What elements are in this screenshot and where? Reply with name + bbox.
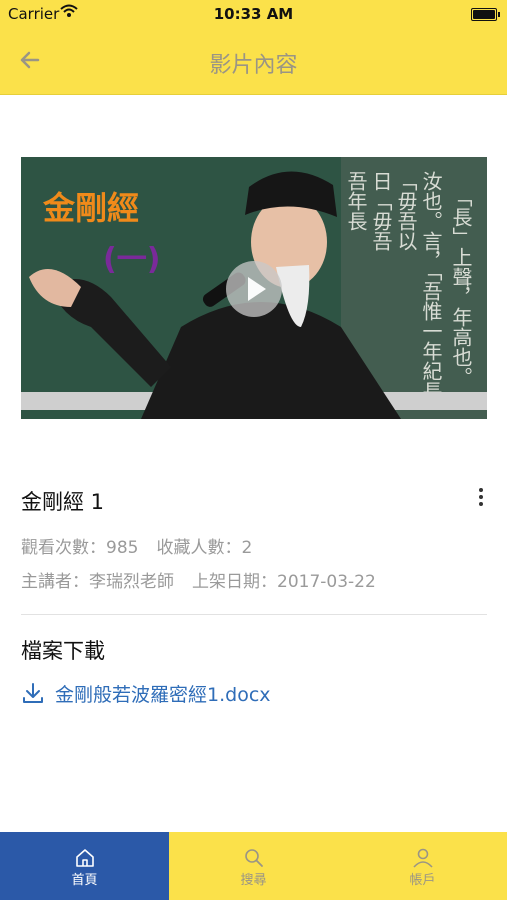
- tab-search[interactable]: 搜尋: [169, 832, 338, 900]
- blackboard-line: 「長」上聲，年高也。: [449, 187, 473, 387]
- nav-bar: 影片內容: [0, 28, 507, 95]
- view-count: 觀看次數：985: [21, 538, 139, 558]
- home-icon: [75, 849, 94, 867]
- video-player[interactable]: 「長」上聲，年高也。 汝也。言，「吾惟一年紀長 「毋吾以 日「毋吾 吾年長 金剛…: [21, 157, 487, 419]
- blackboard-line: 日「毋吾: [369, 171, 393, 251]
- upload-date: 上架日期：2017-03-22: [192, 572, 376, 592]
- status-bar: Carrier 10:33 AM: [0, 0, 507, 28]
- tab-label: 首頁: [71, 873, 98, 888]
- blackboard-line: 吾年長: [344, 171, 368, 231]
- play-button[interactable]: [226, 261, 282, 317]
- status-time: 10:33 AM: [213, 5, 294, 23]
- thumbnail-subtitle: (一): [103, 242, 160, 277]
- stats-row: 觀看次數：985 收藏人數：2: [21, 533, 252, 558]
- favorite-count: 收藏人數：2: [156, 538, 253, 558]
- blackboard-line: 汝也。言，「吾惟一年紀長: [419, 171, 443, 401]
- thumbnail-title: 金剛經: [42, 189, 139, 227]
- video-title-row: 金剛經 1: [21, 486, 487, 516]
- tab-account[interactable]: 帳戶: [338, 832, 507, 900]
- search-icon: [244, 849, 263, 867]
- video-title: 金剛經 1: [21, 490, 105, 514]
- battery-icon: [471, 8, 500, 21]
- account-icon: [412, 848, 433, 868]
- tab-home[interactable]: 首頁: [0, 832, 169, 900]
- divider: [21, 614, 487, 615]
- page-title: 影片內容: [209, 53, 298, 78]
- more-options-icon[interactable]: [475, 486, 487, 508]
- tab-label: 搜尋: [240, 873, 267, 888]
- speaker: 主講者：李瑞烈老師: [21, 572, 174, 592]
- tab-bar: 首頁 搜尋 帳戶: [0, 832, 507, 900]
- info-row: 主講者：李瑞烈老師 上架日期：2017-03-22: [21, 567, 376, 592]
- file-name: 金剛般若波羅密經1.docx: [55, 684, 271, 706]
- tab-label: 帳戶: [409, 873, 436, 888]
- download-icon: [21, 681, 45, 710]
- files-section-title: 檔案下載: [21, 639, 105, 663]
- blackboard-line: 「毋吾以: [394, 171, 418, 251]
- file-download-link[interactable]: 金剛般若波羅密經1.docx: [21, 680, 271, 710]
